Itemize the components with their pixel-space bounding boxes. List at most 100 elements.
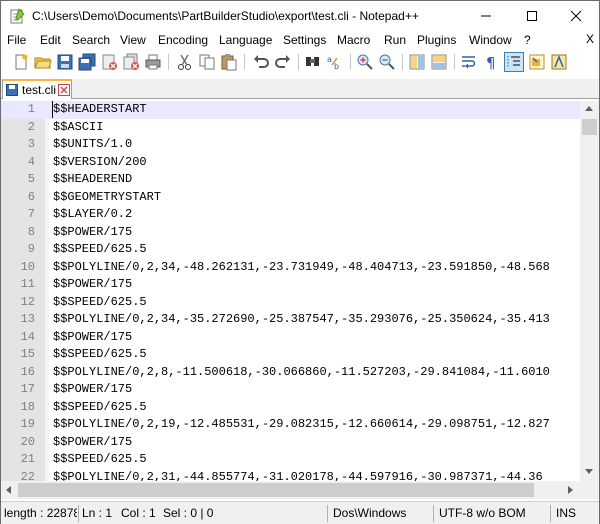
editor-line[interactable]: 12 $$SPEED/625.5 bbox=[1, 294, 581, 312]
minimize-button[interactable] bbox=[463, 1, 509, 31]
menu-file[interactable]: File bbox=[7, 33, 26, 47]
replace-icon[interactable]: ab bbox=[326, 53, 344, 71]
line-text[interactable]: $$SPEED/625.5 bbox=[53, 241, 147, 259]
tab-close-icon[interactable] bbox=[58, 84, 70, 96]
editor-line[interactable]: 21 $$SPEED/625.5 bbox=[1, 451, 581, 469]
close-all-icon[interactable] bbox=[122, 53, 140, 71]
line-text[interactable]: $$POWER/175 bbox=[53, 434, 132, 452]
save-icon[interactable] bbox=[56, 53, 74, 71]
line-text[interactable]: $$LAYER/0.2 bbox=[53, 206, 132, 224]
editor-line[interactable]: 5 $$HEADEREND bbox=[1, 171, 581, 189]
menu-macro[interactable]: Macro bbox=[337, 33, 370, 47]
text-editor[interactable]: 1 $$HEADERSTART 2 $$ASCII 3 $$UNITS/1.0 4 $$VER… bbox=[1, 101, 599, 481]
line-text[interactable]: $$SPEED/625.5 bbox=[53, 399, 147, 417]
horizontal-scroll-thumb[interactable] bbox=[18, 483, 534, 497]
title-bar[interactable]: C:\Users\Demo\Documents\PartBuilderStudi… bbox=[1, 1, 599, 31]
editor-line[interactable]: 6 $$GEOMETRYSTART bbox=[1, 189, 581, 207]
close-icon[interactable] bbox=[100, 53, 118, 71]
editor-line[interactable]: 10 $$POLYLINE/0,2,34,-48.262131,-23.73194… bbox=[1, 259, 581, 277]
horizontal-scrollbar[interactable] bbox=[1, 481, 580, 499]
menu-language[interactable]: Language bbox=[219, 33, 272, 47]
line-text[interactable]: $$ASCII bbox=[53, 119, 103, 137]
scroll-down-arrow-icon[interactable] bbox=[585, 469, 593, 474]
show-all-characters-icon[interactable]: ¶ bbox=[482, 53, 500, 71]
cut-icon[interactable] bbox=[176, 53, 194, 71]
sync-horizontal-icon[interactable] bbox=[430, 53, 448, 71]
line-text[interactable]: $$POLYLINE/0,2,34,-35.272690,-25.387547,… bbox=[53, 311, 550, 329]
line-text[interactable]: $$POWER/175 bbox=[53, 329, 132, 347]
scroll-right-arrow-icon[interactable] bbox=[568, 486, 573, 494]
save-all-icon[interactable] bbox=[78, 53, 96, 71]
editor-line[interactable]: 13 $$POLYLINE/0,2,34,-35.272690,-25.38754… bbox=[1, 311, 581, 329]
line-text[interactable]: $$SPEED/625.5 bbox=[53, 346, 147, 364]
line-text[interactable]: $$SPEED/625.5 bbox=[53, 294, 147, 312]
new-file-icon[interactable] bbox=[12, 53, 30, 71]
line-number: 6 bbox=[27, 189, 35, 204]
copy-icon[interactable] bbox=[198, 53, 216, 71]
menu-encoding[interactable]: Encoding bbox=[158, 33, 208, 47]
word-wrap-icon[interactable] bbox=[460, 53, 478, 71]
line-text[interactable]: $$HEADEREND bbox=[53, 171, 132, 189]
editor-line[interactable]: 22 $$POLYLINE/0,2,31,-44.855774,-31.02017… bbox=[1, 469, 581, 482]
line-text[interactable]: $$POLYLINE/0,2,34,-48.262131,-23.731949,… bbox=[53, 259, 550, 277]
line-text[interactable]: $$SPEED/625.5 bbox=[53, 451, 147, 469]
menu-help[interactable]: ? bbox=[524, 33, 531, 47]
editor-line[interactable]: 3 $$UNITS/1.0 bbox=[1, 136, 581, 154]
menu-run[interactable]: Run bbox=[384, 33, 406, 47]
vertical-scrollbar[interactable] bbox=[580, 101, 599, 481]
line-text[interactable]: $$POWER/175 bbox=[53, 224, 132, 242]
menu-edit[interactable]: Edit bbox=[40, 33, 61, 47]
indent-guide-button[interactable] bbox=[504, 52, 524, 72]
editor-line[interactable]: 15 $$SPEED/625.5 bbox=[1, 346, 581, 364]
editor-line[interactable]: 11 $$POWER/175 bbox=[1, 276, 581, 294]
editor-line[interactable]: 8 $$POWER/175 bbox=[1, 224, 581, 242]
scroll-up-arrow-icon[interactable] bbox=[585, 106, 593, 111]
scroll-left-arrow-icon[interactable] bbox=[6, 486, 11, 494]
line-text[interactable]: $$POLYLINE/0,2,31,-44.855774,-31.020178,… bbox=[53, 469, 543, 482]
editor-line[interactable]: 4 $$VERSION/200 bbox=[1, 154, 581, 172]
zoom-in-icon[interactable] bbox=[356, 53, 374, 71]
line-text[interactable]: $$POWER/175 bbox=[53, 381, 132, 399]
tab-test-cli[interactable]: test.cli bbox=[2, 79, 72, 99]
menu-plugins[interactable]: Plugins bbox=[417, 33, 456, 47]
menu-settings[interactable]: Settings bbox=[283, 33, 326, 47]
editor-line[interactable]: 17 $$POWER/175 bbox=[1, 381, 581, 399]
editor-line[interactable]: 7 $$LAYER/0.2 bbox=[1, 206, 581, 224]
line-text[interactable]: $$POLYLINE/0,2,8,-11.500618,-30.066860,-… bbox=[53, 364, 550, 382]
editor-line[interactable]: 19 $$POLYLINE/0,2,19,-12.485531,-29.08231… bbox=[1, 416, 581, 434]
sync-vertical-icon[interactable] bbox=[408, 53, 426, 71]
editor-line[interactable]: 20 $$POWER/175 bbox=[1, 434, 581, 452]
vertical-scroll-thumb[interactable] bbox=[582, 119, 597, 135]
editor-line[interactable]: 18 $$SPEED/625.5 bbox=[1, 399, 581, 417]
close-window-button[interactable] bbox=[553, 1, 599, 31]
zoom-out-icon[interactable] bbox=[378, 53, 396, 71]
print-icon[interactable] bbox=[144, 53, 162, 71]
menu-window[interactable]: Window bbox=[469, 33, 512, 47]
close-document-button[interactable]: X bbox=[586, 32, 594, 46]
line-text[interactable]: $$HEADERSTART bbox=[53, 101, 147, 119]
editor-line[interactable]: 2 $$ASCII bbox=[1, 119, 581, 137]
paste-icon[interactable] bbox=[220, 53, 238, 71]
saved-file-icon bbox=[6, 84, 18, 96]
toolbar-separator bbox=[454, 54, 455, 70]
line-number: 22 bbox=[20, 469, 35, 482]
document-map-icon[interactable] bbox=[528, 53, 546, 71]
open-file-icon[interactable] bbox=[34, 53, 52, 71]
undo-icon[interactable] bbox=[252, 53, 270, 71]
line-text[interactable]: $$VERSION/200 bbox=[53, 154, 147, 172]
menu-search[interactable]: Search bbox=[72, 33, 110, 47]
line-text[interactable]: $$GEOMETRYSTART bbox=[53, 189, 161, 207]
line-text[interactable]: $$POLYLINE/0,2,19,-12.485531,-29.082315,… bbox=[53, 416, 550, 434]
line-text[interactable]: $$POWER/175 bbox=[53, 276, 132, 294]
editor-line[interactable]: 9 $$SPEED/625.5 bbox=[1, 241, 581, 259]
editor-line[interactable]: 1 $$HEADERSTART bbox=[1, 101, 581, 119]
editor-line[interactable]: 14 $$POWER/175 bbox=[1, 329, 581, 347]
find-icon[interactable] bbox=[304, 53, 322, 71]
editor-line[interactable]: 16 $$POLYLINE/0,2,8,-11.500618,-30.066860… bbox=[1, 364, 581, 382]
maximize-button[interactable] bbox=[509, 1, 555, 31]
line-text[interactable]: $$UNITS/1.0 bbox=[53, 136, 132, 154]
menu-view[interactable]: View bbox=[120, 33, 146, 47]
redo-icon[interactable] bbox=[274, 53, 292, 71]
toolbar-separator bbox=[402, 54, 403, 70]
function-list-icon[interactable] bbox=[550, 53, 568, 71]
